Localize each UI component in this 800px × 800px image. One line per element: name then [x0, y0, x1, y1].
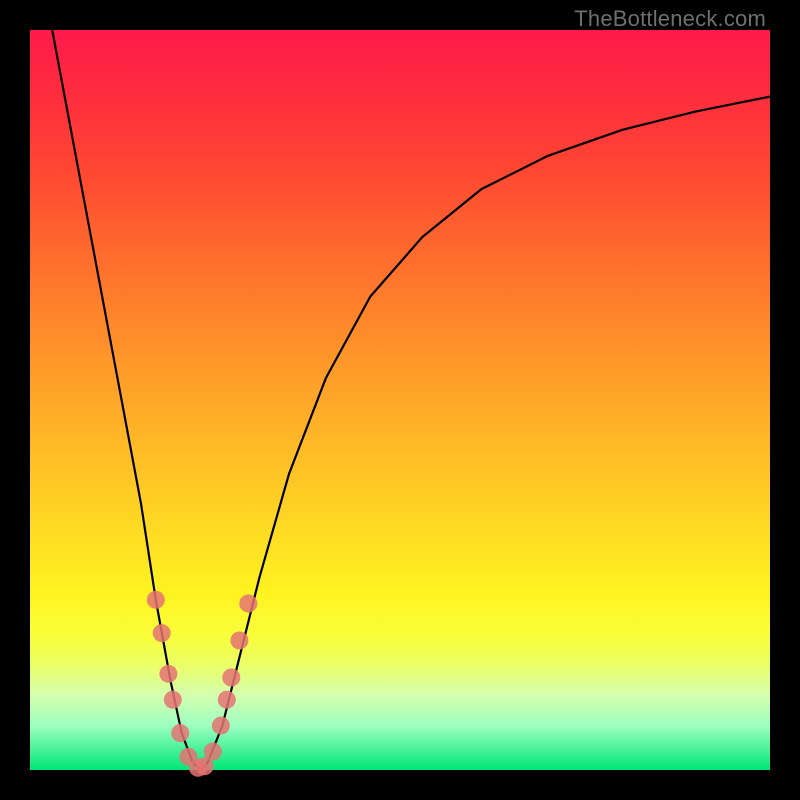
marker-dot	[218, 691, 236, 709]
watermark-text: TheBottleneck.com	[574, 6, 766, 32]
bottleneck-curve	[52, 30, 770, 770]
marker-group	[147, 591, 257, 777]
marker-dot	[239, 595, 257, 613]
plot-area	[30, 30, 770, 770]
marker-dot	[230, 632, 248, 650]
marker-dot	[212, 717, 230, 735]
marker-dot	[153, 624, 171, 642]
marker-dot	[164, 691, 182, 709]
marker-dot	[171, 724, 189, 742]
curve-layer	[30, 30, 770, 770]
chart-frame: TheBottleneck.com	[0, 0, 800, 800]
marker-dot	[159, 665, 177, 683]
marker-dot	[147, 591, 165, 609]
marker-dot	[222, 669, 240, 687]
marker-dot	[204, 743, 222, 761]
